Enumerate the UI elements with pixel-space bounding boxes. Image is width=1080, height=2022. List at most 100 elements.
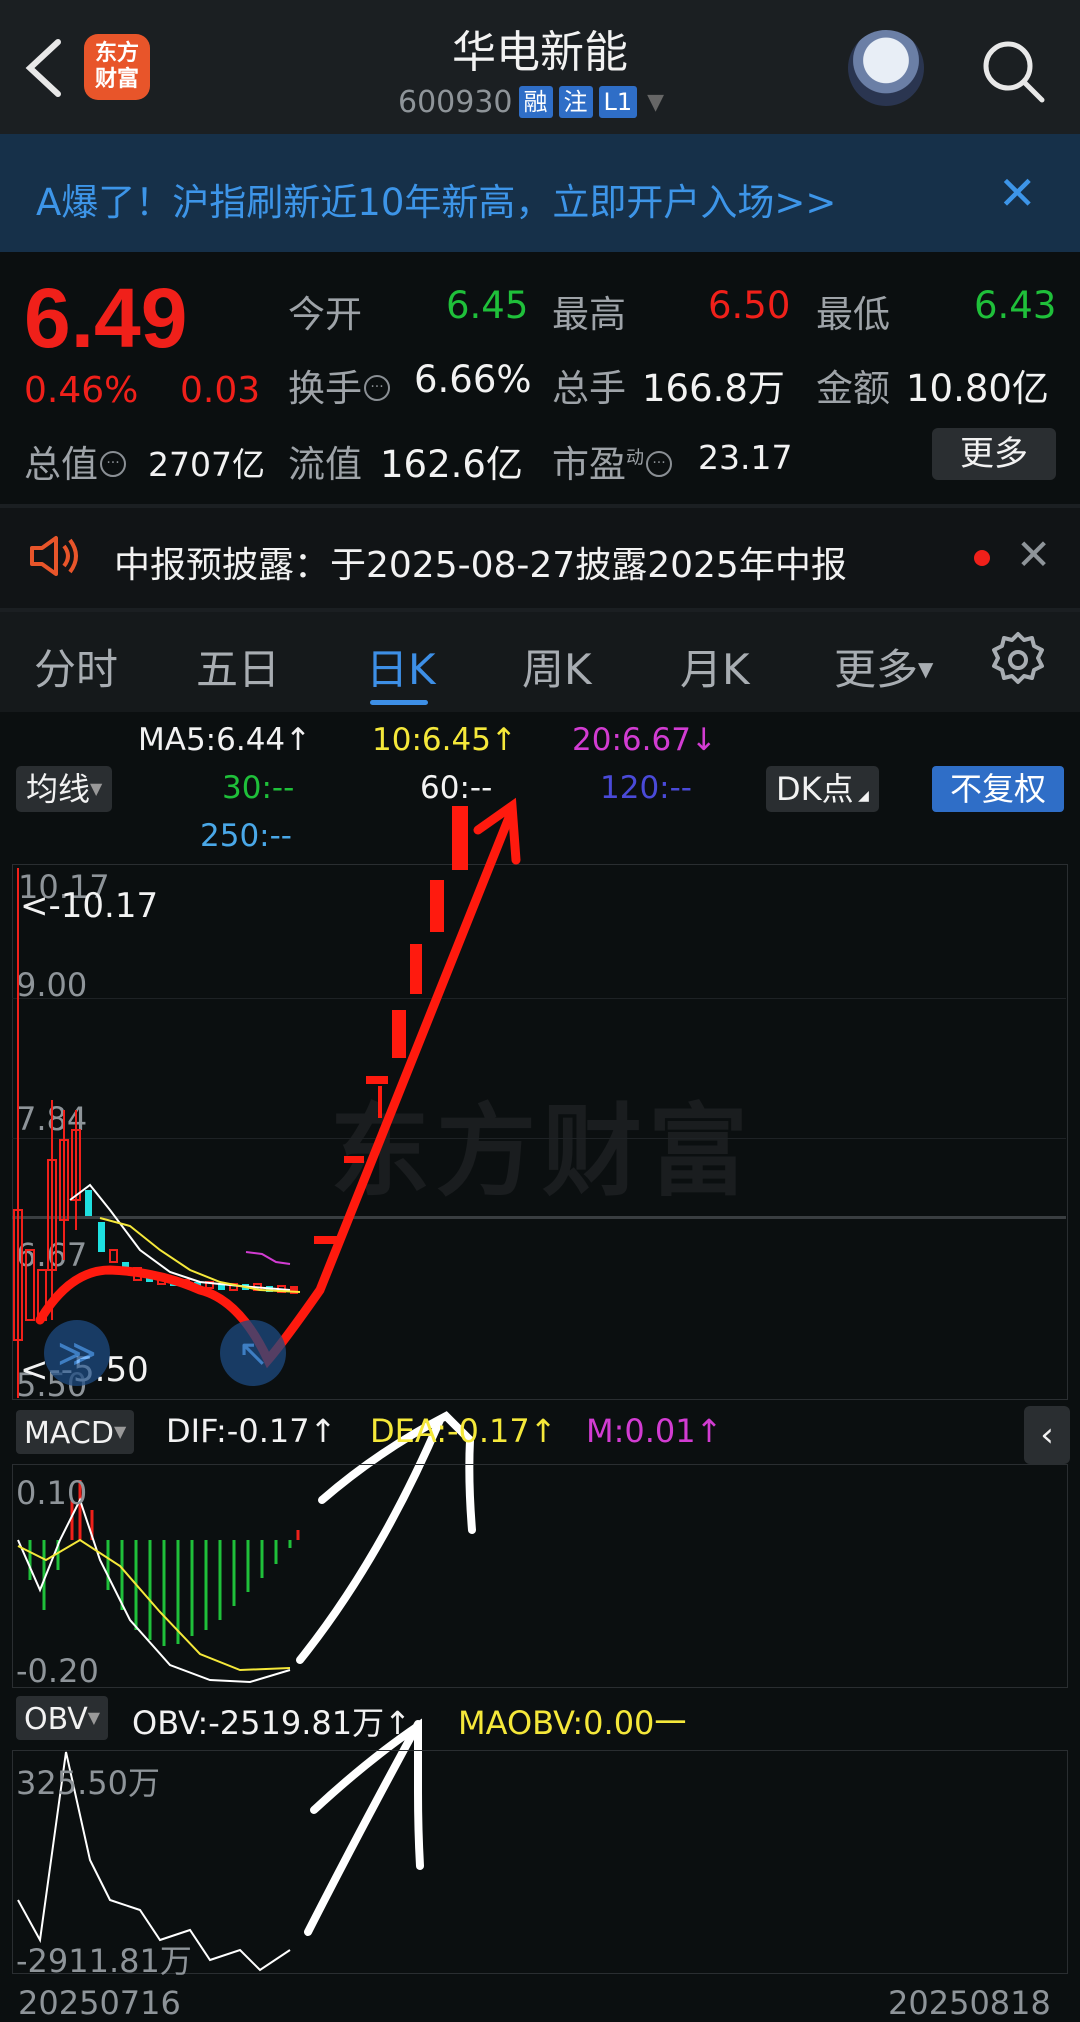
maobv-value: MAOBV:0.00一 xyxy=(458,1704,687,1742)
active-tab-indicator xyxy=(370,700,428,705)
float-label: 流值 xyxy=(288,443,362,486)
macd-m-value: M:0.01↑ xyxy=(586,1412,723,1450)
date-end: 20250818 xyxy=(888,1984,1051,2022)
drawn-red-arrowhead xyxy=(473,797,521,865)
pe-superscript: 动 xyxy=(626,447,644,469)
macd-selector-label: MACD xyxy=(24,1416,114,1451)
ma10-value: 10:6.45↑ xyxy=(372,722,517,758)
notice-text[interactable]: 中报预披露：于2025-08-27披露2025年中报 xyxy=(114,536,847,588)
corner-triangle-icon: ◢ xyxy=(853,788,869,804)
ma-selector[interactable]: 均线▼ xyxy=(16,766,113,812)
stock-code: 600930 xyxy=(398,84,513,120)
stock-name: 华电新能 xyxy=(452,27,628,78)
turnover-label-text: 换手 xyxy=(288,367,362,410)
gear-icon[interactable] xyxy=(988,630,1048,690)
gridline xyxy=(12,1138,1066,1139)
mktcap-label-text: 总值 xyxy=(24,443,98,486)
axis-tick: 7.84 xyxy=(16,1100,88,1138)
close-icon[interactable]: ✕ xyxy=(1016,530,1051,579)
obv-selector[interactable]: OBV▼ xyxy=(16,1696,109,1740)
ma120-value: 120:-- xyxy=(600,770,692,806)
app-logo-text: 东方财富 xyxy=(94,41,139,92)
watermark: 东方财富 xyxy=(330,1093,754,1210)
ma5-value: MA5:6.44↑ xyxy=(138,722,312,758)
turnover-label: 换手 ··· xyxy=(288,358,390,412)
ma30-value: 30:-- xyxy=(222,770,295,806)
caret-down-icon: ▼ xyxy=(87,1708,101,1727)
macd-axis-bottom: -0.20 xyxy=(16,1652,99,1690)
high-value: 6.50 xyxy=(708,284,791,327)
obv-value: OBV:-2519.81万↑ xyxy=(132,1704,411,1742)
caret-down-icon: ▼ xyxy=(647,89,665,115)
dk-point-label: DK点 xyxy=(776,770,854,808)
expand-button[interactable]: ↖ xyxy=(220,1320,286,1386)
change-percent: 0.46% xyxy=(24,370,139,411)
caret-down-icon: ▼ xyxy=(90,779,103,798)
tab-daily-k[interactable]: 日K xyxy=(366,636,436,697)
caret-down-icon: ▼ xyxy=(918,657,934,681)
current-price: 6.49 xyxy=(24,271,188,365)
turnover-value: 6.66% xyxy=(414,358,532,401)
dk-point-button[interactable]: DK点 ◢ xyxy=(766,766,879,812)
speaker-icon xyxy=(30,536,78,576)
mktcap-label: 总值 ··· xyxy=(24,434,126,488)
ma250-value: 250:-- xyxy=(200,818,292,854)
obv-axis-bottom: -2911.81万 xyxy=(16,1942,192,1980)
max-price-marker: <-10.17 xyxy=(20,886,159,926)
axis-tick: 6.67 xyxy=(16,1236,88,1274)
pe-label: 市盈动 ··· xyxy=(552,434,672,488)
gridline xyxy=(12,998,1066,999)
float-value: 162.6亿 xyxy=(380,443,523,486)
tab-more-label: 更多 xyxy=(834,645,919,694)
macd-selector[interactable]: MACD▼ xyxy=(16,1410,135,1454)
macd-axis-top: 0.10 xyxy=(16,1474,88,1512)
info-icon[interactable]: ··· xyxy=(100,451,126,477)
info-icon[interactable]: ··· xyxy=(364,375,390,401)
high-label: 最高 xyxy=(552,293,626,336)
registration-tag: 注 xyxy=(558,86,593,118)
caret-down-icon: ▼ xyxy=(113,1422,127,1441)
mktcap-value: 2707亿 xyxy=(148,445,265,484)
volume-label: 总手 xyxy=(552,367,626,410)
macd-chart-panel[interactable] xyxy=(12,1464,1068,1688)
low-label: 最低 xyxy=(816,293,890,336)
app-logo[interactable]: 东方财富 xyxy=(84,34,150,100)
adjust-toggle-button[interactable]: 不复权 xyxy=(932,766,1064,812)
amount-label: 金额 xyxy=(816,367,890,410)
open-value: 6.45 xyxy=(446,284,529,327)
pe-value: 23.17 xyxy=(698,438,793,477)
back-arrow-icon[interactable] xyxy=(22,36,68,100)
macd-dif-value: DIF:-0.17↑ xyxy=(166,1412,337,1450)
search-icon[interactable] xyxy=(978,36,1048,106)
pe-label-text: 市盈 xyxy=(552,443,626,486)
margin-tag: 融 xyxy=(518,86,553,118)
assistant-robot-icon[interactable] xyxy=(848,30,924,106)
current-price-line xyxy=(12,1216,1066,1219)
scroll-left-button[interactable]: ≫ xyxy=(44,1320,110,1386)
promo-banner-text[interactable]: A爆了！沪指刷新近10年新高，立即开户入场>> xyxy=(36,172,836,226)
ma20-value: 20:6.67↓ xyxy=(572,722,717,758)
tab-more[interactable]: 更多▼ xyxy=(834,636,933,697)
macd-dea-value: DEA:-0.17↑ xyxy=(370,1412,557,1450)
tab-weekly-k[interactable]: 周K xyxy=(522,636,592,697)
info-icon[interactable]: ··· xyxy=(646,451,672,477)
tab-intraday[interactable]: 分时 xyxy=(34,636,118,697)
tab-monthly-k[interactable]: 月K xyxy=(680,636,750,697)
unread-dot xyxy=(974,550,990,566)
ma60-value: 60:-- xyxy=(420,770,493,806)
close-icon[interactable]: ✕ xyxy=(998,170,1037,216)
stock-code-row[interactable]: 600930 融 注 L1 ▼ xyxy=(398,82,664,122)
low-value: 6.43 xyxy=(974,284,1057,327)
axis-tick: 9.00 xyxy=(16,966,88,1004)
collapse-chevron-icon[interactable]: ‹ xyxy=(1024,1406,1070,1464)
tab-five-day[interactable]: 五日 xyxy=(196,636,280,697)
amount-value: 10.80亿 xyxy=(906,367,1049,410)
volume-value: 166.8万 xyxy=(642,367,785,410)
ma-selector-label: 均线 xyxy=(26,770,91,808)
date-start: 20250716 xyxy=(18,1984,181,2022)
change-amount: 0.03 xyxy=(180,370,261,411)
more-button[interactable]: 更多 xyxy=(932,428,1056,480)
obv-selector-label: OBV xyxy=(24,1702,88,1737)
level1-tag: L1 xyxy=(598,86,638,118)
obv-axis-top: 325.50万 xyxy=(16,1764,160,1802)
